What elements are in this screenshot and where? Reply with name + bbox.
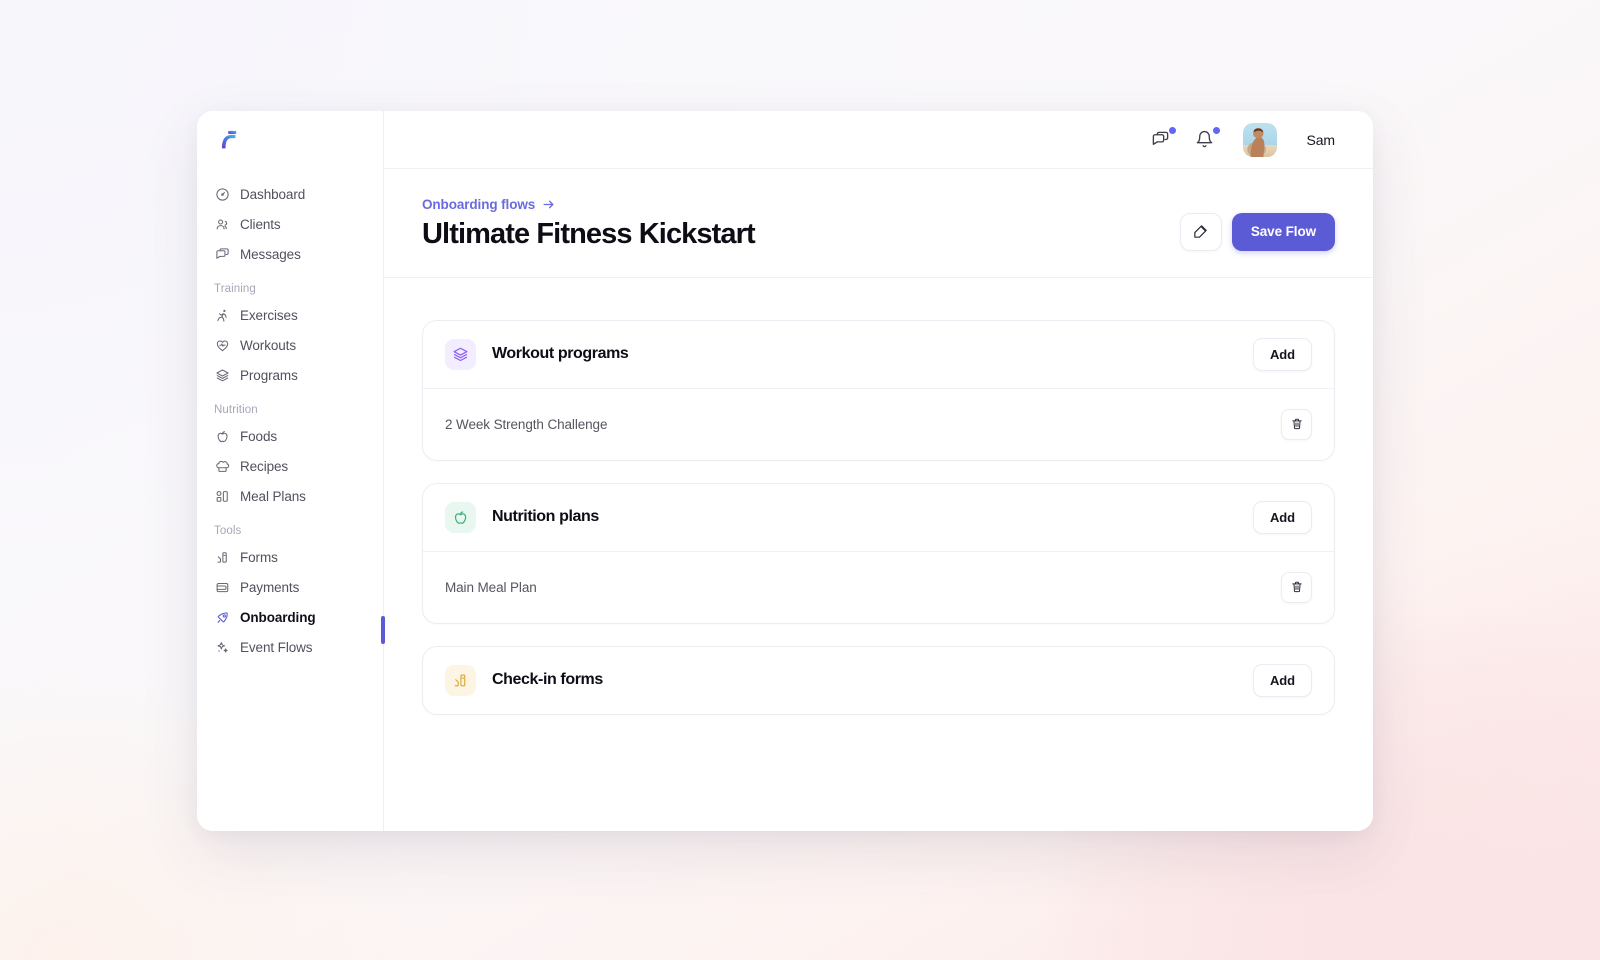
sidebar-item-label: Payments xyxy=(240,579,300,595)
layers-icon xyxy=(445,338,476,370)
edit-flow-button[interactable] xyxy=(1179,212,1222,251)
sidebar-item-forms[interactable]: Forms xyxy=(197,542,383,572)
sidebar-item-label: Forms xyxy=(240,549,278,565)
flow-section-card: Check-in forms Add xyxy=(422,645,1335,715)
flow-section-header: Nutrition plans Add xyxy=(423,484,1334,551)
form-bars-icon xyxy=(445,664,476,696)
flow-sections: Workout programs Add 2 Week Strength Chall… xyxy=(384,278,1373,831)
sidebar-item-clients[interactable]: Clients xyxy=(197,209,383,239)
user-avatar-image xyxy=(1242,122,1277,157)
sidebar-item-label: Exercises xyxy=(240,307,298,323)
gauge-icon xyxy=(214,186,230,202)
rocket-icon xyxy=(214,609,230,625)
sidebar-item-label: Meal Plans xyxy=(240,488,306,504)
sidebar-item-label: Dashboard xyxy=(240,186,306,202)
notifications-badge xyxy=(1212,126,1220,134)
flow-section-title: Workout programs xyxy=(492,345,629,363)
sidebar: Dashboard Clients Messages Training Exercise… xyxy=(197,111,385,831)
fitness-f-logo-icon xyxy=(221,130,237,149)
pencil-square-icon xyxy=(1194,225,1208,239)
flow-section-header-left: Nutrition plans xyxy=(445,501,599,533)
flow-section-header-left: Check-in forms xyxy=(445,664,603,696)
sidebar-item-label: Foods xyxy=(240,428,278,444)
sidebar-nav: Dashboard Clients Messages Training Exercise… xyxy=(197,169,383,662)
avatar[interactable] xyxy=(1242,122,1277,157)
sidebar-item-payments[interactable]: Payments xyxy=(197,572,383,602)
sidebar-scrollbar-thumb[interactable] xyxy=(381,616,385,644)
flow-item-label: Main Meal Plan xyxy=(445,579,537,595)
flow-section-header: Check-in forms Add xyxy=(423,647,1334,714)
sidebar-item-messages[interactable]: Messages xyxy=(197,239,383,269)
flow-section-card: Workout programs Add 2 Week Strength Chall… xyxy=(422,319,1335,461)
sidebar-item-workouts[interactable]: Workouts xyxy=(197,330,383,360)
delete-item-button[interactable] xyxy=(1281,571,1312,603)
app-window: Dashboard Clients Messages Training Exercise… xyxy=(197,111,1373,831)
layers-icon xyxy=(214,367,230,383)
page-header: Onboarding flows Ultimate Fitness Kickst… xyxy=(384,169,1373,278)
sidebar-item-dashboard[interactable]: Dashboard xyxy=(197,179,383,209)
sidebar-item-label: Programs xyxy=(240,367,298,383)
flow-section-title: Nutrition plans xyxy=(492,508,599,526)
apple-icon xyxy=(214,428,230,444)
app-logo[interactable] xyxy=(197,111,383,169)
add-button[interactable]: Add xyxy=(1253,337,1312,371)
meal-grid-icon xyxy=(214,488,230,504)
sidebar-group-label-nutrition: Nutrition xyxy=(214,404,258,416)
sidebar-item-exercises[interactable]: Exercises xyxy=(197,300,383,330)
chat-icon xyxy=(214,246,230,262)
flow-section-title: Check-in forms xyxy=(492,671,603,689)
breadcrumb[interactable]: Onboarding flows xyxy=(422,197,755,212)
sidebar-item-onboarding[interactable]: Onboarding xyxy=(197,602,383,632)
breadcrumb-label: Onboarding flows xyxy=(422,197,536,212)
messages-badge xyxy=(1168,126,1176,134)
apple-icon xyxy=(445,501,476,533)
sidebar-item-recipes[interactable]: Recipes xyxy=(197,451,383,481)
add-button[interactable]: Add xyxy=(1253,663,1312,697)
flow-item-row: 2 Week Strength Challenge xyxy=(423,387,1334,460)
sidebar-item-label: Workouts xyxy=(240,337,296,353)
notifications-icon-button[interactable] xyxy=(1193,126,1220,152)
main-area: Sam Onboarding flows Ultimate Fitness Ki… xyxy=(384,111,1373,831)
delete-item-button[interactable] xyxy=(1281,408,1312,440)
runner-icon xyxy=(214,307,230,323)
arrow-right-icon xyxy=(543,200,554,209)
sidebar-group-label-training: Training xyxy=(214,283,256,295)
sidebar-group-label-tools: Tools xyxy=(214,525,242,537)
chat-icon xyxy=(1152,131,1169,145)
wallet-icon xyxy=(214,579,230,595)
save-flow-button[interactable]: Save Flow xyxy=(1231,212,1335,251)
sidebar-item-label: Event Flows xyxy=(240,639,313,655)
flow-item-label: 2 Week Strength Challenge xyxy=(445,416,608,432)
flow-section-card: Nutrition plans Add Main Meal Plan xyxy=(422,482,1335,624)
sidebar-item-label: Recipes xyxy=(240,458,289,474)
messages-icon-button[interactable] xyxy=(1149,126,1176,152)
sidebar-item-programs[interactable]: Programs xyxy=(197,360,383,390)
page-title: Ultimate Fitness Kickstart xyxy=(422,218,756,250)
sidebar-item-label: Clients xyxy=(240,216,281,232)
heart-pulse-icon xyxy=(214,337,230,353)
form-bars-icon xyxy=(214,549,230,565)
bell-icon xyxy=(1196,130,1213,148)
flow-section-header-left: Workout programs xyxy=(445,338,629,370)
top-bar: Sam xyxy=(384,111,1373,169)
users-icon xyxy=(214,216,230,232)
flow-item-row: Main Meal Plan xyxy=(423,550,1334,623)
sidebar-item-meal-plans[interactable]: Meal Plans xyxy=(197,481,383,511)
user-name: Sam xyxy=(1306,131,1336,148)
sidebar-item-foods[interactable]: Foods xyxy=(197,421,383,451)
add-button[interactable]: Add xyxy=(1253,500,1312,534)
sidebar-item-label: Messages xyxy=(240,246,301,262)
chef-hat-icon xyxy=(214,458,230,474)
sparkles-icon xyxy=(214,639,230,655)
sidebar-item-event-flows[interactable]: Event Flows xyxy=(197,632,383,662)
page-header-titles: Onboarding flows Ultimate Fitness Kickst… xyxy=(422,197,756,251)
header-actions: Save Flow xyxy=(1179,212,1335,251)
sidebar-item-label: Onboarding xyxy=(240,609,316,625)
flow-section-header: Workout programs Add xyxy=(423,321,1334,388)
